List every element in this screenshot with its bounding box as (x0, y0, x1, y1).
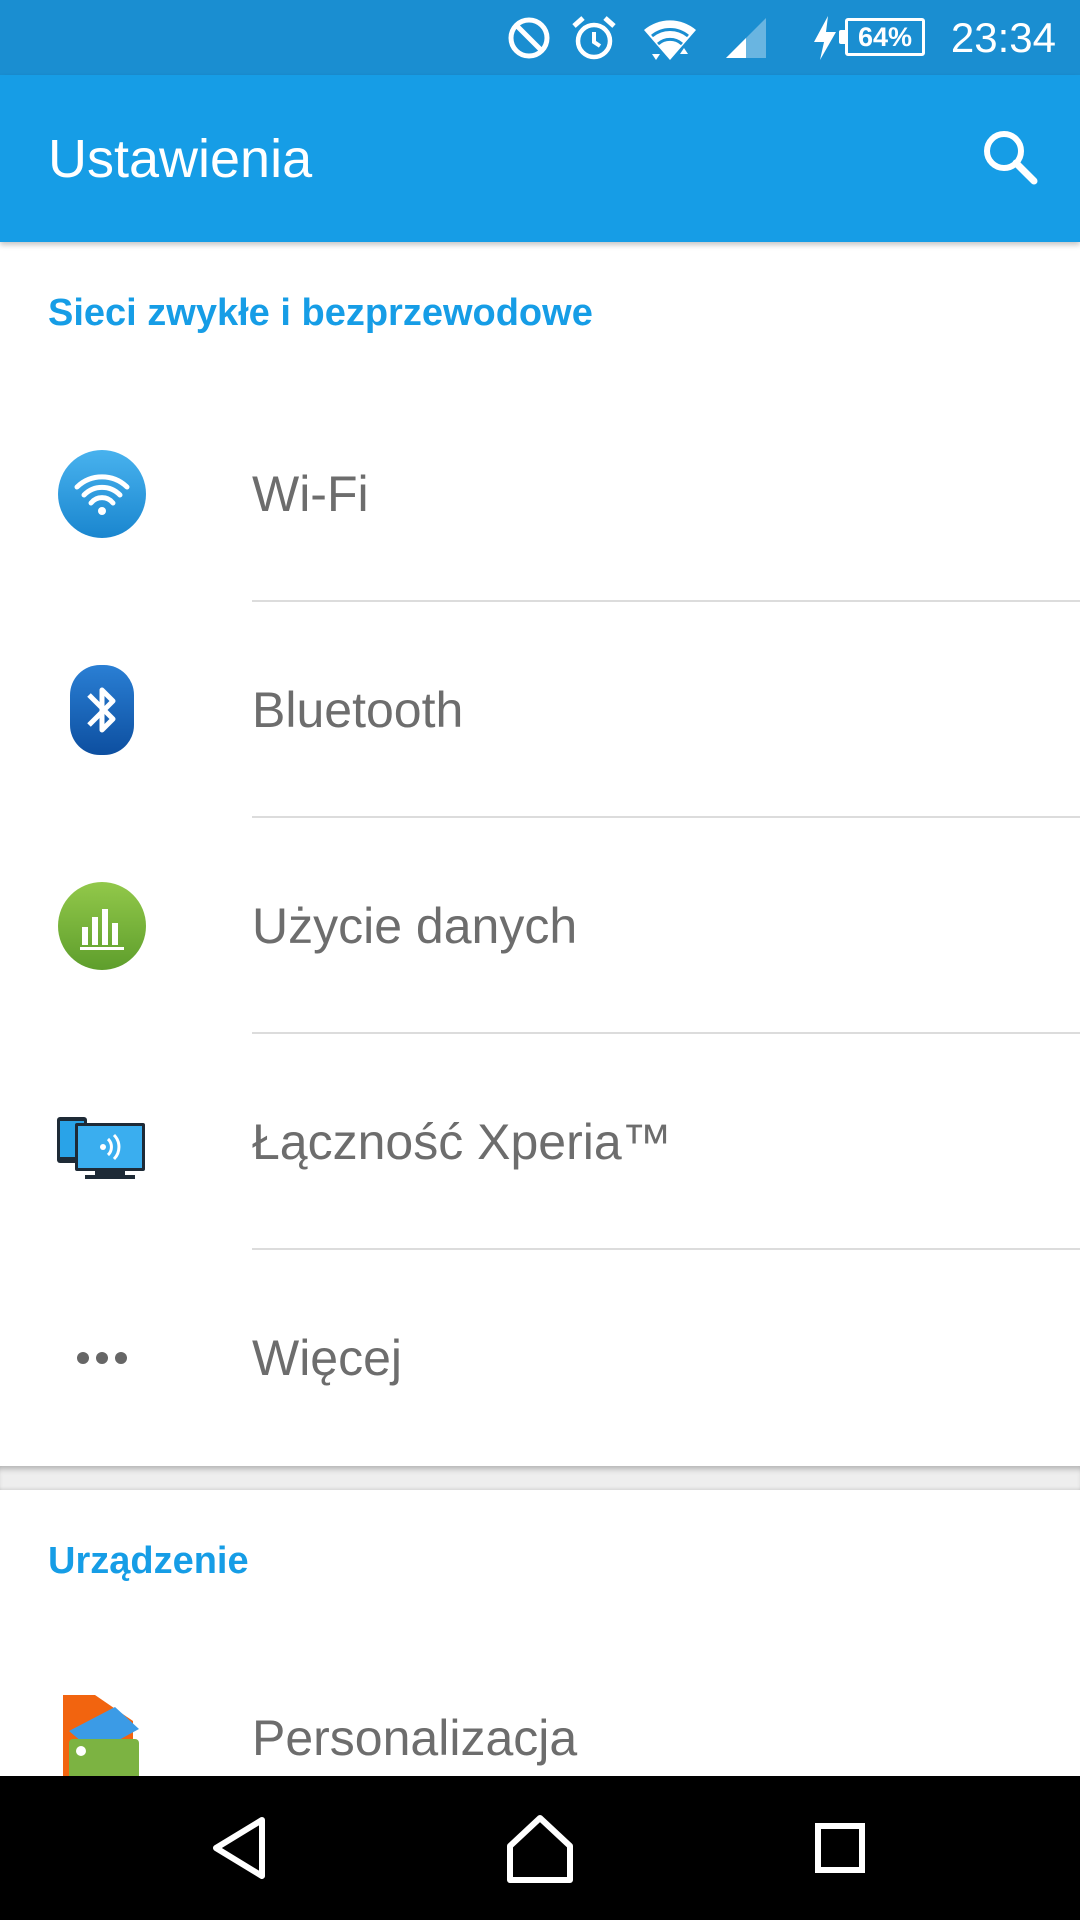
navigation-bar (0, 1776, 1080, 1920)
recents-button[interactable] (798, 1806, 882, 1890)
section-header-wireless: Sieci zwykłe i bezprzewodowe (48, 292, 593, 334)
section-divider (0, 1466, 1080, 1490)
status-bar: 64% 23:34 (0, 0, 1080, 75)
data-usage-icon (58, 882, 146, 970)
settings-item-label: Łączność Xperia™ (252, 1114, 672, 1170)
app-bar: Ustawienia (0, 75, 1080, 242)
wifi-icon (58, 450, 146, 538)
battery-icon: 64% (839, 18, 925, 56)
search-icon (984, 131, 1038, 185)
alarm-icon (572, 16, 616, 60)
recents-icon (815, 1823, 865, 1873)
battery-percent: 64% (857, 22, 913, 52)
back-icon (213, 1817, 265, 1879)
settings-item-label: Wi-Fi (252, 466, 369, 522)
settings-item-label: Więcej (252, 1330, 403, 1386)
back-button[interactable] (198, 1806, 282, 1890)
status-time: 23:34 (950, 14, 1056, 61)
settings-item-more[interactable]: Więcej (0, 1250, 1080, 1466)
settings-item-xperia-connectivity[interactable]: Łączność Xperia™ (0, 1034, 1080, 1250)
settings-list: Sieci zwykłe i bezprzewodowe Wi-Fi Bluet… (0, 242, 1080, 1776)
settings-item-wifi[interactable]: Wi-Fi (0, 386, 1080, 602)
personalization-icon (63, 1695, 139, 1776)
home-button[interactable] (498, 1806, 582, 1890)
wifi-signal-icon (644, 20, 696, 61)
bluetooth-icon (70, 665, 134, 755)
do-not-disturb-icon (508, 17, 550, 59)
search-button[interactable] (978, 125, 1044, 191)
more-dots-icon (77, 1352, 127, 1364)
settings-item-bluetooth[interactable]: Bluetooth (0, 602, 1080, 818)
settings-item-label: Bluetooth (252, 682, 464, 738)
page-title: Ustawienia (48, 129, 313, 189)
settings-item-label: Użycie danych (252, 898, 578, 954)
cell-signal-icon (726, 18, 766, 58)
settings-item-personalization[interactable]: Personalizacja (0, 1630, 1080, 1776)
xperia-connectivity-icon (57, 1117, 145, 1179)
settings-item-data-usage[interactable]: Użycie danych (0, 818, 1080, 1034)
charging-bolt-icon (814, 16, 836, 60)
settings-item-label: Personalizacja (252, 1710, 578, 1766)
home-icon (507, 1815, 573, 1883)
section-header-device: Urządzenie (48, 1540, 249, 1582)
